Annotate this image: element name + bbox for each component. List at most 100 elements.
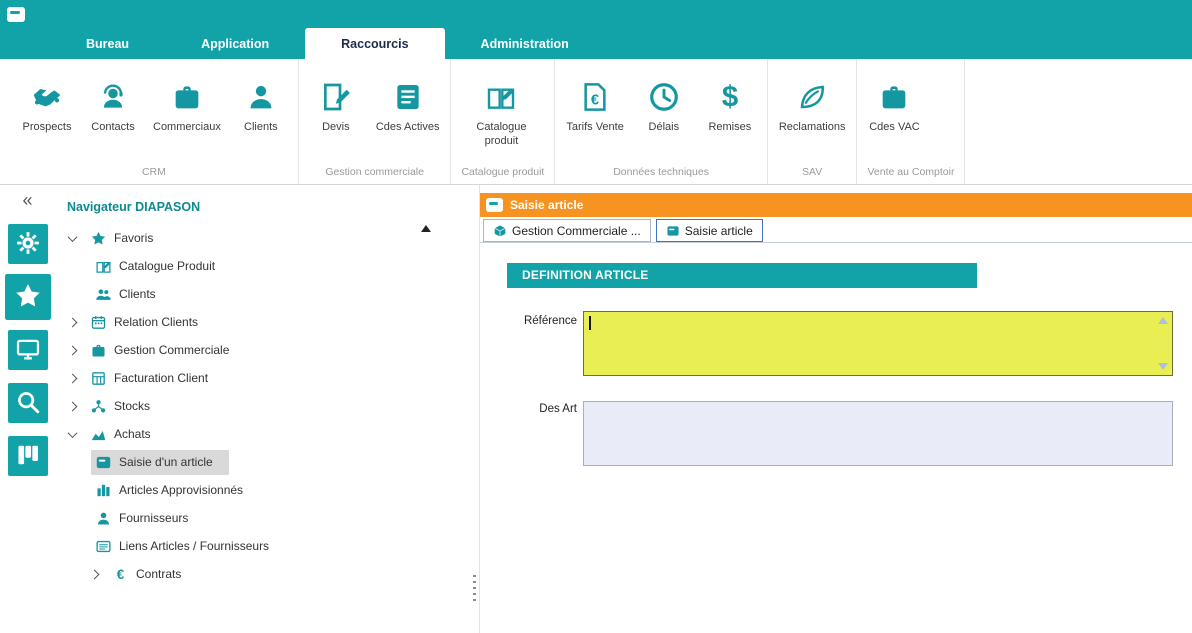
- pencil-doc-icon: [320, 81, 352, 113]
- des-art-input[interactable]: [583, 401, 1173, 466]
- tree-item-clients[interactable]: Clients: [55, 280, 479, 308]
- ribbon-item-label: Cdes Actives: [376, 121, 440, 135]
- briefcase-icon: [171, 81, 203, 113]
- tab-administration[interactable]: Administration: [445, 28, 605, 59]
- ribbon-group-label: Données techniques: [559, 162, 762, 184]
- chevron-right-icon[interactable]: [68, 401, 78, 411]
- layout-button[interactable]: [8, 436, 48, 476]
- ribbon-group-label: SAV: [772, 162, 853, 184]
- field-row-des-art: Des Art: [507, 399, 1192, 466]
- ribbon-group-catalogue-produit: Catalogue produit Catalogue produit: [451, 59, 555, 184]
- ribbon-group-label: CRM: [14, 162, 294, 184]
- navigator-panel: Navigateur DIAPASON Favoris Catalogue Pr…: [55, 185, 480, 633]
- ribbon-item-contacts[interactable]: Contacts: [80, 81, 146, 135]
- tree-item-gestion-commerciale[interactable]: Gestion Commerciale: [55, 336, 479, 364]
- scroll-down-icon[interactable]: [1158, 363, 1168, 370]
- chevron-right-icon[interactable]: [68, 373, 78, 383]
- tree-item-stocks[interactable]: Stocks: [55, 392, 479, 420]
- tree-item-saisie-article[interactable]: Saisie d'un article: [55, 448, 479, 476]
- tree-item-facturation-client[interactable]: Facturation Client: [55, 364, 479, 392]
- ribbon-group-crm: Prospects Contacts Commerciaux Clients C…: [10, 59, 299, 184]
- dollar-icon: [714, 81, 746, 113]
- ribbon-item-delais[interactable]: Délais: [631, 81, 697, 135]
- ribbon-item-label: Reclamations: [779, 121, 846, 135]
- chevron-right-icon[interactable]: [68, 317, 78, 327]
- ribbon-item-clients[interactable]: Clients: [228, 81, 294, 135]
- window-icon: [95, 454, 112, 471]
- ribbon-item-cdes-vac[interactable]: Cdes VAC: [861, 81, 927, 135]
- network-icon: [90, 398, 107, 415]
- ribbon-group-vente-au-comptoir: Cdes VAC Vente au Comptoir: [857, 59, 965, 184]
- ribbon-group-donnees-techniques: Tarifs Vente Délais Remises Données tech…: [555, 59, 767, 184]
- tree-item-label: Fournisseurs: [119, 511, 188, 525]
- chevron-down-icon[interactable]: [68, 428, 78, 438]
- workspace: Saisie article Gestion Commerciale ... S…: [480, 185, 1192, 633]
- field-row-reference: Référence: [507, 311, 1192, 376]
- ribbon-item-label: Délais: [649, 121, 680, 135]
- ribbon-item-commerciaux[interactable]: Commerciaux: [146, 81, 228, 135]
- tab-bureau[interactable]: Bureau: [50, 28, 165, 59]
- tree-item-articles-approvisionnes[interactable]: Articles Approvisionnés: [55, 476, 479, 504]
- tree-item-favoris[interactable]: Favoris: [55, 224, 479, 252]
- chevron-down-icon[interactable]: [68, 232, 78, 242]
- doc-tab-label: Gestion Commerciale ...: [512, 224, 641, 238]
- person-icon: [245, 81, 277, 113]
- reference-label: Référence: [507, 311, 577, 376]
- favorites-button[interactable]: [5, 274, 51, 320]
- tree-item-fournisseurs[interactable]: Fournisseurs: [55, 504, 479, 532]
- ribbon-item-prospects[interactable]: Prospects: [14, 81, 80, 135]
- ribbon-item-catalogue-produit[interactable]: Catalogue produit: [455, 81, 547, 149]
- search-button[interactable]: [8, 383, 48, 423]
- tree-item-contrats[interactable]: Contrats: [55, 560, 479, 588]
- settings-button[interactable]: [8, 224, 48, 264]
- chevron-right-icon[interactable]: [90, 569, 100, 579]
- card-lines-icon: [95, 538, 112, 555]
- ribbon-item-label: Contacts: [91, 121, 134, 135]
- grid-doc-icon: [90, 370, 107, 387]
- chevron-right-icon[interactable]: [68, 345, 78, 355]
- ribbon-group-label: Catalogue produit: [455, 162, 550, 184]
- star-icon: [13, 280, 43, 313]
- scroll-up-icon[interactable]: [1158, 317, 1168, 324]
- ribbon: Prospects Contacts Commerciaux Clients C…: [0, 59, 1192, 185]
- ribbon-group-sav: Reclamations SAV: [768, 59, 858, 184]
- app-window-icon: [7, 7, 25, 22]
- tree-item-label: Liens Articles / Fournisseurs: [119, 539, 269, 553]
- document-titlebar: Saisie article: [480, 193, 1192, 217]
- tab-application[interactable]: Application: [165, 28, 305, 59]
- reference-input[interactable]: [583, 311, 1173, 376]
- section-header: DEFINITION ARTICLE: [507, 263, 977, 288]
- doc-tab-label: Saisie article: [685, 224, 753, 238]
- tree-item-relation-clients[interactable]: Relation Clients: [55, 308, 479, 336]
- ribbon-item-label: Tarifs Vente: [566, 121, 623, 135]
- tree-item-liens-articles-fournisseurs[interactable]: Liens Articles / Fournisseurs: [55, 532, 479, 560]
- ribbon-item-devis[interactable]: Devis: [303, 81, 369, 135]
- doc-tab-saisie-article[interactable]: Saisie article: [656, 219, 763, 242]
- window-icon: [486, 198, 503, 212]
- tab-raccourcis[interactable]: Raccourcis: [305, 28, 444, 59]
- document-tab-bar: Gestion Commerciale ... Saisie article: [480, 217, 1192, 243]
- briefcase-icon: [90, 342, 107, 359]
- tree-item-achats[interactable]: Achats: [55, 420, 479, 448]
- ribbon-item-reclamations[interactable]: Reclamations: [772, 81, 853, 135]
- desktop-button[interactable]: [8, 330, 48, 370]
- ribbon-item-remises[interactable]: Remises: [697, 81, 763, 135]
- star-icon: [90, 230, 107, 247]
- columns-icon: [95, 482, 112, 499]
- collapse-panel-icon[interactable]: «: [22, 191, 32, 209]
- splitter-grip[interactable]: [473, 575, 476, 605]
- tree-item-label: Saisie d'un article: [119, 455, 213, 469]
- scroll-up-arrow[interactable]: [421, 225, 431, 232]
- person-icon: [95, 510, 112, 527]
- doc-tab-gestion-commerciale[interactable]: Gestion Commerciale ...: [483, 219, 651, 242]
- ribbon-item-tarifs-vente[interactable]: Tarifs Vente: [559, 81, 630, 135]
- ribbon-item-cdes-actives[interactable]: Cdes Actives: [369, 81, 447, 135]
- contact-icon: [97, 81, 129, 113]
- clock-icon: [648, 81, 680, 113]
- gear-icon: [15, 230, 41, 259]
- tree-item-label: Favoris: [114, 231, 153, 245]
- tree-item-catalogue-produit[interactable]: Catalogue Produit: [55, 252, 479, 280]
- kanban-icon: [15, 442, 41, 471]
- des-art-label: Des Art: [507, 399, 577, 466]
- tree-item-label: Contrats: [136, 567, 181, 581]
